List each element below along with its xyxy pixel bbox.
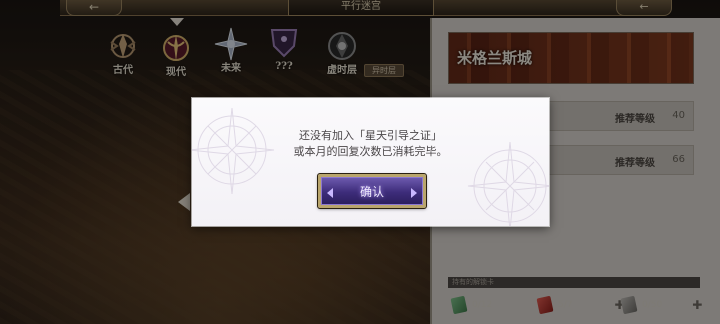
confirm-button-label: 确认 bbox=[359, 184, 384, 199]
button-cap-right-icon bbox=[411, 188, 417, 198]
confirm-button[interactable]: 确认 bbox=[317, 173, 427, 209]
dialog-message-line-2: 或本月的回复次数已消耗完毕。 bbox=[293, 145, 448, 158]
dialog-message-line-1: 还没有加入「星天引导之证」 bbox=[299, 129, 442, 142]
dialog-message: 还没有加入「星天引导之证」 或本月的回复次数已消耗完毕。 bbox=[192, 128, 549, 160]
notice-dialog: 还没有加入「星天引导之证」 或本月的回复次数已消耗完毕。 确认 bbox=[192, 98, 549, 226]
button-cap-left-icon bbox=[327, 188, 333, 198]
